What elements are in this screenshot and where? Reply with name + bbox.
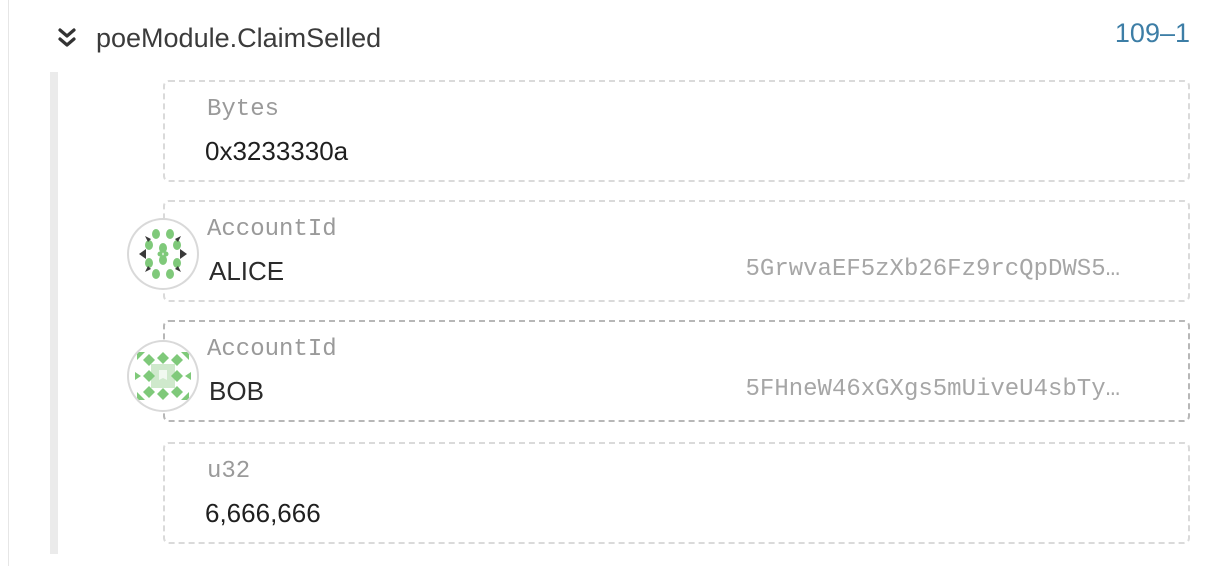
panel-border: [8, 0, 9, 566]
event-title: poeModule.ClaimSelled: [96, 22, 382, 53]
param-type-label: AccountId: [207, 216, 337, 243]
param-type-label: AccountId: [207, 336, 337, 363]
event-header[interactable]: poeModule.ClaimSelled: [54, 18, 381, 58]
param-bytes: Bytes 0x3233330a: [163, 80, 1190, 182]
param-account-alice: AccountId ALICE 5GrwvaEF5zXb26Fz9rcQpDWS…: [163, 200, 1190, 302]
account-address[interactable]: 5GrwvaEF5zXb26Fz9rcQpDWS5…: [746, 256, 1120, 283]
param-type-label: u32: [207, 458, 251, 485]
param-u32: u32 6,666,666: [163, 442, 1190, 544]
double-chevron-down-icon[interactable]: [54, 25, 80, 51]
identicon-bob-icon[interactable]: [129, 342, 197, 410]
account-address[interactable]: 5FHneW46xGXgs5mUiveU4sbTy…: [746, 376, 1120, 403]
block-event-link[interactable]: 109–1: [1115, 18, 1190, 49]
param-type-label: Bytes: [207, 96, 280, 123]
param-value: 0x3233330a: [205, 136, 349, 166]
param-value: 6,666,666: [205, 498, 321, 528]
param-account-bob: AccountId BOB 5FHneW46xGXgs5mUiveU4sbTy…: [163, 320, 1190, 422]
account-name: ALICE: [209, 256, 285, 286]
params-rail: [50, 72, 58, 554]
identicon-alice-icon[interactable]: [129, 220, 197, 288]
account-name: BOB: [209, 376, 264, 406]
